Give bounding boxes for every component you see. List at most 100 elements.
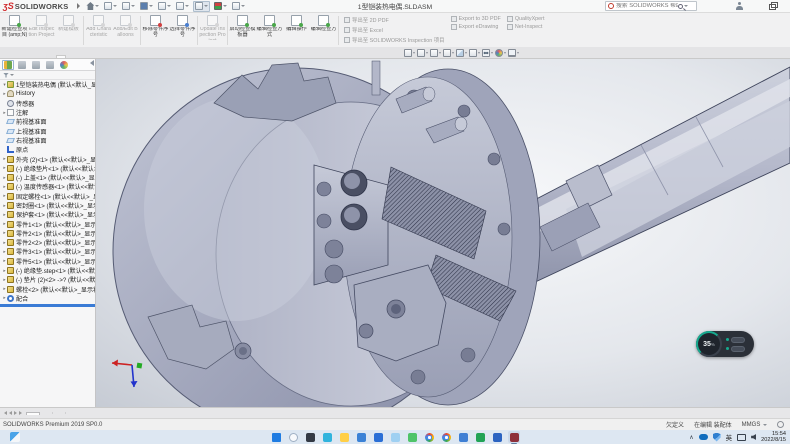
model-tab[interactable] bbox=[26, 412, 40, 415]
feature-tree-tab[interactable] bbox=[2, 60, 14, 70]
display-style-button[interactable] bbox=[469, 49, 480, 57]
tree-item[interactable]: ▸ (-) 温度传感器<1> (默认<<默认>_ bbox=[0, 182, 95, 191]
tab-sw-inspection[interactable] bbox=[56, 55, 66, 58]
start-button[interactable] bbox=[270, 431, 282, 443]
recorder-button-2[interactable] bbox=[726, 346, 745, 352]
export-sw-inspection-link[interactable]: 导出至 SOLIDWORKS Inspection 项目 bbox=[344, 36, 445, 44]
tree-item[interactable]: ▸ 上视基准面 bbox=[0, 126, 95, 135]
open-file-button[interactable] bbox=[121, 1, 136, 12]
edit-inspection-mode-button[interactable]: 编辑检查方 bbox=[310, 14, 337, 47]
net-inspect-link[interactable]: Net-Inspect bbox=[507, 24, 545, 30]
add-characteristic-button[interactable]: Add Characteristic bbox=[85, 14, 112, 47]
scroll-left-icon[interactable] bbox=[4, 411, 7, 415]
help-search-box[interactable] bbox=[605, 1, 697, 11]
status-units[interactable]: MMGS bbox=[742, 422, 767, 428]
onedrive-icon[interactable] bbox=[699, 434, 708, 440]
export-edrawing-link[interactable]: Export eDrawing bbox=[451, 24, 501, 30]
section-view-button[interactable] bbox=[443, 49, 454, 57]
tray-overflow-icon[interactable]: ∧ bbox=[689, 434, 693, 441]
tab-scroll-arrows[interactable] bbox=[0, 411, 26, 415]
dimxpert-manager-tab[interactable] bbox=[44, 60, 56, 70]
task-view-button[interactable] bbox=[304, 431, 316, 443]
select-button[interactable] bbox=[193, 1, 210, 12]
new-inspection-project-button[interactable]: 新建检查项目 (amp;N) bbox=[1, 14, 28, 47]
home-button[interactable] bbox=[85, 1, 100, 12]
mail-button[interactable] bbox=[355, 431, 367, 443]
export-3d-pdf-link[interactable]: Export to 3D PDF bbox=[451, 16, 501, 22]
tree-item[interactable]: ▸ 前视基准面 bbox=[0, 117, 95, 126]
tree-item[interactable]: ▸ 保护套<1> (默认<<默认>_显示状 bbox=[0, 210, 95, 219]
help-gear-icon[interactable] bbox=[777, 421, 784, 428]
rebuild-button[interactable] bbox=[213, 1, 228, 12]
color-wheel-button[interactable] bbox=[423, 431, 435, 443]
select-balloon-button[interactable]: 选择零件序号 bbox=[169, 14, 196, 47]
search-input[interactable] bbox=[616, 3, 678, 9]
search-icon[interactable] bbox=[678, 4, 683, 9]
tree-item[interactable]: ▸ 零件1<1> (默认<<默认>_显示状态 bbox=[0, 219, 95, 228]
user-icon[interactable] bbox=[736, 2, 743, 10]
undo-button[interactable] bbox=[175, 1, 190, 12]
tab-sw-cam[interactable] bbox=[48, 56, 56, 58]
green-app-button[interactable] bbox=[406, 431, 418, 443]
tree-item[interactable]: ▸ (-) 上盖<1> (默认<<默认>_显示状 bbox=[0, 173, 95, 182]
3d-views-tab[interactable] bbox=[40, 412, 53, 414]
view-orientation-button[interactable] bbox=[456, 49, 467, 57]
recorder-button-1[interactable] bbox=[726, 337, 745, 343]
graphics-area[interactable]: 35 % bbox=[96, 59, 790, 407]
motion-study-tab[interactable] bbox=[53, 412, 66, 414]
tree-item[interactable]: ▸ (-) 绝缘垫片<1> (默认<<默认>_显 bbox=[0, 164, 95, 173]
widgets-icon[interactable] bbox=[10, 432, 20, 442]
previous-view-button[interactable] bbox=[430, 49, 441, 57]
tree-item[interactable]: ▸ 零件5<1> (默认<<默认>_显示状态 bbox=[0, 257, 95, 266]
tab-evaluate[interactable] bbox=[24, 56, 32, 58]
chrome-button[interactable] bbox=[440, 431, 452, 443]
tree-item[interactable]: ▸ 原点 bbox=[0, 145, 95, 154]
export-excel-link[interactable]: 导出至 Excel bbox=[344, 26, 445, 34]
tree-item[interactable]: ▸ 注解 bbox=[0, 108, 95, 117]
update-inspection-project-button[interactable]: Update Inspection Project bbox=[199, 14, 226, 47]
scroll-left-icon[interactable] bbox=[9, 411, 12, 415]
tree-item[interactable]: ▸ 传感器 bbox=[0, 99, 95, 108]
file-explorer-button[interactable] bbox=[338, 431, 350, 443]
panel-collapse-icon[interactable] bbox=[90, 60, 94, 66]
restore-button[interactable] bbox=[769, 2, 777, 10]
edit-inspection-methods-button[interactable]: 编辑检查方式 bbox=[256, 14, 283, 47]
qualityxpert-link[interactable]: QualityXpert bbox=[507, 16, 545, 22]
weather-button[interactable] bbox=[389, 431, 401, 443]
tab-assembly[interactable] bbox=[0, 56, 8, 58]
tree-item[interactable]: ▸ 螺栓<2> (默认<<默认>_显示状态 bbox=[0, 285, 95, 294]
tab-layout[interactable] bbox=[8, 56, 16, 58]
tab-sw-addins[interactable] bbox=[32, 56, 40, 58]
edge-button[interactable] bbox=[321, 431, 333, 443]
add-edit-balloons-button[interactable]: Add/Edit Balloons bbox=[112, 14, 139, 47]
store-button[interactable] bbox=[372, 431, 384, 443]
tree-item[interactable]: ▸ History bbox=[0, 89, 95, 98]
export-2d-pdf-link[interactable]: 导出至 2D PDF bbox=[344, 16, 445, 24]
print-button[interactable] bbox=[157, 1, 172, 12]
tree-item[interactable]: ▸ 外壳 (2)<1> (默认<<默认>_显示状 bbox=[0, 154, 95, 163]
zoom-to-area-button[interactable] bbox=[417, 49, 428, 57]
scroll-right-icon[interactable] bbox=[19, 411, 22, 415]
remove-balloon-button[interactable]: 移除零件序号 bbox=[142, 14, 169, 47]
tree-item[interactable]: ▸ 零件2<1> (默认<<默认>_显示状态 bbox=[0, 229, 95, 238]
zoom-to-fit-button[interactable] bbox=[404, 49, 415, 57]
solidworks-app-button[interactable] bbox=[508, 431, 520, 443]
search-button[interactable] bbox=[287, 431, 299, 443]
defender-shield-icon[interactable] bbox=[713, 433, 721, 442]
tree-item[interactable]: ▸ 右视基准面 bbox=[0, 136, 95, 145]
record-progress-ring[interactable]: 35 % bbox=[696, 331, 722, 357]
configuration-manager-tab[interactable] bbox=[30, 60, 42, 70]
view-settings-button[interactable] bbox=[508, 49, 519, 57]
feature-tree-root[interactable]: ▾ 1型铠装热电偶 (默认<默认_显示状态-1 bbox=[0, 80, 95, 89]
display-manager-tab[interactable] bbox=[58, 60, 70, 70]
spreadsheet-app-button[interactable] bbox=[474, 431, 486, 443]
tree-item[interactable]: ▸ 密封圈<1> (默认<<默认>_显示状 bbox=[0, 201, 95, 210]
toolbar-expand-icon[interactable] bbox=[77, 3, 80, 9]
options-button[interactable] bbox=[231, 1, 246, 12]
launch-template-editor-button[interactable]: 启动检查模板器 bbox=[229, 14, 256, 47]
screen-recorder-widget[interactable]: 35 % bbox=[696, 331, 754, 357]
tab-sketch[interactable] bbox=[16, 56, 24, 58]
tree-item[interactable]: ▸ (-) 绝缘垫.step<1> (默认<<默认 bbox=[0, 266, 95, 275]
3d-model[interactable] bbox=[96, 59, 790, 407]
tree-filter-row[interactable] bbox=[0, 71, 95, 80]
